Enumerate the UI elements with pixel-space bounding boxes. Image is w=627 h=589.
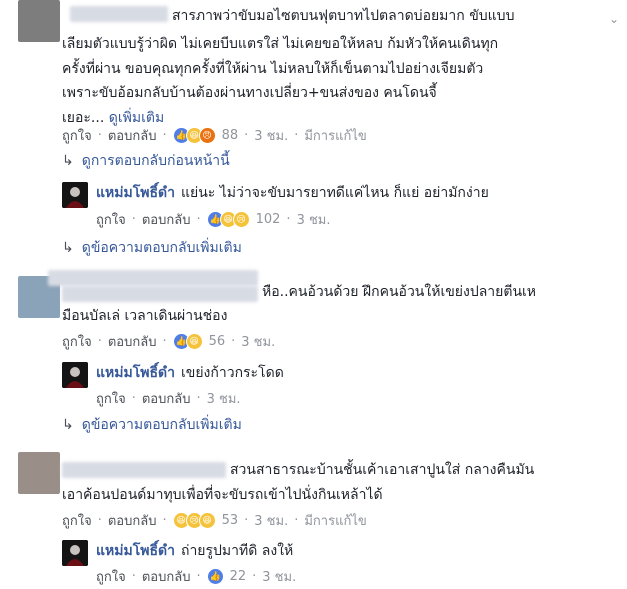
comment-actions: ถูกใจ · ตอบกลับ · 👍 😆 56 · 3 ชม. [62,331,275,352]
haha-reaction-icon: 😆 [185,333,203,350]
comment-text: เอาค้อนปอนด์มาทุบเพื่อที่จะขับรถเข้าไปนั… [62,487,383,503]
reply-text: แย่นะ ไม่ว่าจะขับมารยาทดีแค่ไหน ก็แย่ อย… [180,185,489,201]
reply-link[interactable]: ตอบกลับ [108,331,157,352]
sad-reaction-icon: 😢 [232,211,250,228]
reply-text: ถ่ายรูปมาทีดิ ลงให้ [180,543,294,559]
replier-avatar[interactable] [62,182,88,208]
timestamp[interactable]: 3 ชม. [241,331,275,352]
edited-label[interactable]: มีการแก้ไข [304,125,366,146]
previous-replies-link[interactable]: ↳ ดูการตอบกลับก่อนหน้านี้ [62,150,230,172]
like-link[interactable]: ถูกใจ [62,510,92,531]
reply-text: เขย่งก้าวกระโดด [180,365,284,381]
timestamp[interactable]: 3 ชม. [254,510,288,531]
like-link[interactable]: ถูกใจ [96,388,126,409]
reactions[interactable]: 👍 [206,568,224,585]
reaction-count: 102 [255,212,281,227]
more-replies-link[interactable]: ↳ ดูข้อความตอบกลับเพิ่มเติม [62,414,242,436]
reply-arrow-icon: ↳ [62,417,74,433]
angry-reaction-icon: 😠 [198,127,216,144]
commenter-avatar[interactable] [18,452,60,494]
reaction-count: 56 [208,334,226,349]
reply-actions: ถูกใจ · ตอบกลับ · 👍 😆 😢 102 · 3 ชม. [96,209,331,230]
reply-body: แหม่มโพธิ์ดำ เขย่งก้าวกระโดด [96,361,284,386]
timestamp[interactable]: 3 ชม. [254,125,288,146]
reply-body: แหม่มโพธิ์ดำ แย่นะ ไม่ว่าจะขับมารยาทดีแค… [96,181,489,206]
timestamp[interactable]: 3 ชม. [297,209,331,230]
reaction-count: 53 [221,513,239,528]
comment-text: หือ..คนอ้วนด้วย ฝึกคนอ้วนให้เขย่งปลายตีน… [262,284,537,300]
comment-text: สวนสาธารณะบ้านชั้นเค้าเอาเสาปูนใส่ กลางค… [230,462,535,478]
replier-name[interactable]: แหม่มโพธิ์ดำ [96,540,175,562]
comment-actions: ถูกใจ · ตอบกลับ · 👍 😆 😠 88 · 3 ชม. · มีก… [62,125,367,146]
comment-text: เลียมตัวแบบรู้ว่าผิด ไม่เคยบีบแตรใส่ ไม่… [62,36,499,126]
like-link[interactable]: ถูกใจ [62,331,92,352]
reactions[interactable]: 😆 😢 😆 [172,512,216,529]
chevron-down-icon[interactable]: ⌄ [609,12,619,26]
like-link[interactable]: ถูกใจ [96,566,126,587]
timestamp[interactable]: 3 ชม. [207,388,241,409]
reply-link[interactable]: ตอบกลับ [108,125,157,146]
blurred-commenter-name [62,286,258,302]
replier-avatar[interactable] [62,362,88,388]
replier-name[interactable]: แหม่มโพธิ์ดำ [96,362,175,384]
reactions[interactable]: 👍 😆 😠 [172,127,216,144]
like-link[interactable]: ถูกใจ [96,209,126,230]
reaction-count: 22 [229,569,247,584]
replier-avatar[interactable] [62,540,88,566]
like-reaction-icon: 👍 [206,568,224,585]
reply-link[interactable]: ตอบกลับ [142,388,191,409]
see-more-link[interactable]: ดูเพิ่มเติม [109,110,164,126]
comment-text: สารภาพว่าขับมอไซตบนฟุตบาทไปตลาดบ่อยมาก ข… [172,8,515,24]
reply-link[interactable]: ตอบกลับ [142,566,191,587]
like-link[interactable]: ถูกใจ [62,125,92,146]
comment-actions: ถูกใจ · ตอบกลับ · 😆 😢 😆 53 · 3 ชม. · มีก… [62,510,367,531]
edited-label[interactable]: มีการแก้ไข [304,510,366,531]
reply-arrow-icon: ↳ [62,240,74,256]
reply-body: แหม่มโพธิ์ดำ ถ่ายรูปมาทีดิ ลงให้ [96,539,293,564]
reactions[interactable]: 👍 😆 😢 [206,211,250,228]
reply-actions: ถูกใจ · ตอบกลับ · 3 ชม. [96,388,241,409]
comment-text: มือนบัลเล่ เวลาเดินผ่านช่อง [62,308,228,324]
commenter-avatar[interactable] [18,0,60,42]
blurred-commenter-name [48,270,258,286]
reply-arrow-icon: ↳ [62,153,74,169]
timestamp[interactable]: 3 ชม. [262,566,296,587]
reaction-count: 88 [221,128,239,143]
reply-link[interactable]: ตอบกลับ [108,510,157,531]
more-replies-link[interactable]: ↳ ดูข้อความตอบกลับเพิ่มเติม [62,237,242,259]
haha-reaction-icon: 😆 [198,512,216,529]
blurred-commenter-name [70,6,168,22]
reply-link[interactable]: ตอบกลับ [142,209,191,230]
blurred-commenter-name [62,462,226,478]
reactions[interactable]: 👍 😆 [172,333,203,350]
replier-name[interactable]: แหม่มโพธิ์ดำ [96,182,175,204]
reply-actions: ถูกใจ · ตอบกลับ · 👍 22 · 3 ชม. [96,566,296,587]
